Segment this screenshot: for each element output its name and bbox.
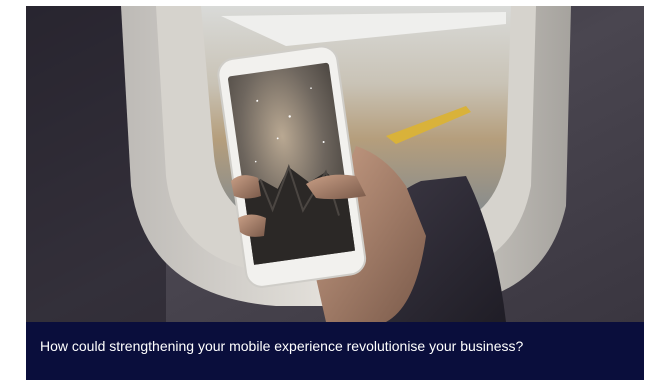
article-card[interactable]: How could strengthening your mobile expe…: [26, 6, 644, 380]
card-caption[interactable]: How could strengthening your mobile expe…: [40, 338, 540, 355]
hero-image: [26, 6, 644, 322]
caption-bar: How could strengthening your mobile expe…: [26, 322, 644, 380]
